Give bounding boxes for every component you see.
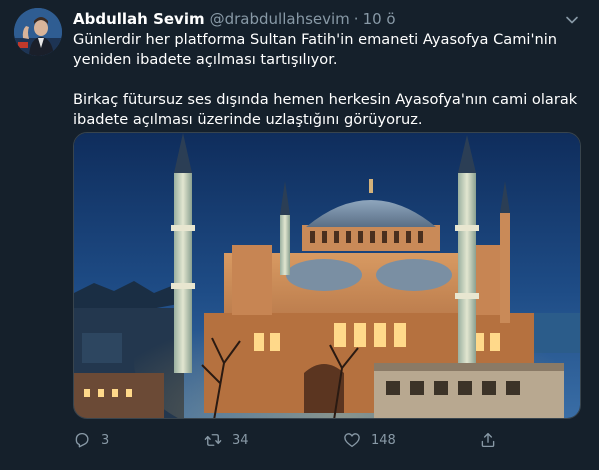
timestamp[interactable]: 10 ö [363,9,396,29]
author-name[interactable]: Abdullah Sevim [73,9,205,29]
avatar-photo [14,8,62,56]
tweet-paragraph-1: Günlerdir her platforma Sultan Fatih'in … [73,31,567,68]
reply-button[interactable]: 3 [73,431,109,449]
tweet-actions: 3 34 148 [73,428,503,452]
reply-count: 3 [101,432,110,448]
retweet-button[interactable]: 34 [204,431,249,449]
share-button[interactable] [479,431,497,449]
like-count: 148 [371,432,396,448]
tweet-paragraph-2: Birkaç fütursuz ses dışında hemen herkes… [73,91,582,128]
hagia-sophia-night-photo [74,133,580,418]
tweet-media-image[interactable] [73,132,581,419]
tweet-header: Abdullah Sevim @drabdullahsevim · 10 ö [73,9,559,29]
separator-dot: · [353,10,359,28]
reply-icon [75,432,89,448]
tweet-text: Günlerdir her platforma Sultan Fatih'in … [73,30,583,130]
tweet[interactable]: Abdullah Sevim @drabdullahsevim · 10 ö G… [0,0,599,470]
avatar[interactable] [14,8,62,56]
share-icon [481,432,495,448]
retweet-icon [204,434,222,446]
more-options-caret-icon[interactable] [565,12,579,26]
retweet-count: 34 [232,432,249,448]
author-handle[interactable]: @drabdullahsevim [210,9,350,29]
like-button[interactable]: 148 [343,431,396,449]
heart-icon [344,433,360,448]
